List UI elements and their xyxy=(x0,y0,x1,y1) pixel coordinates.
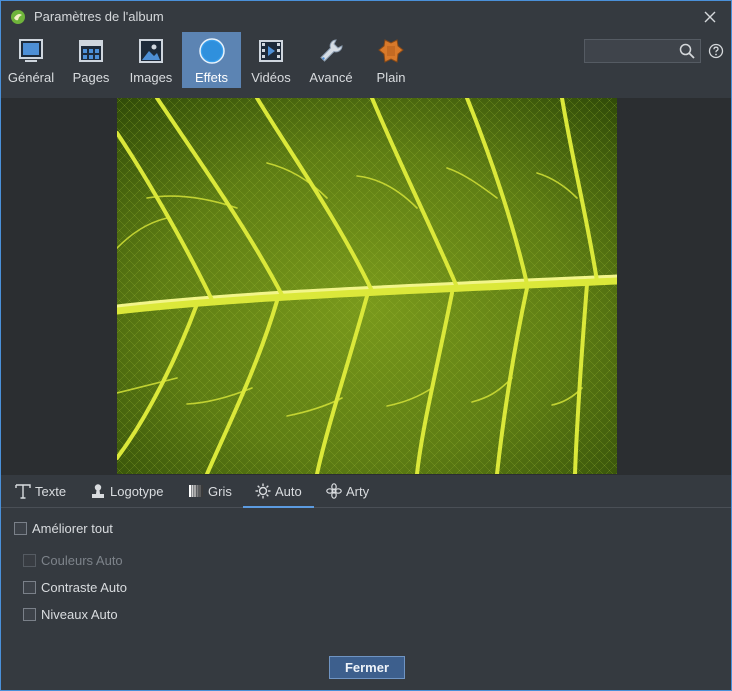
sun-icon xyxy=(255,483,271,499)
toolbar-effects-label: Effets xyxy=(194,70,228,85)
tab-auto-label: Auto xyxy=(275,484,302,499)
toolbar-general[interactable]: Général xyxy=(1,32,61,88)
tab-gris[interactable]: Gris xyxy=(188,475,238,507)
wrench-icon xyxy=(320,39,343,62)
auto-contrast-label: Contraste Auto xyxy=(41,580,127,595)
auto-levels-label: Niveaux Auto xyxy=(41,607,118,622)
improve-all-label: Améliorer tout xyxy=(32,521,113,536)
tab-arty[interactable]: Arty xyxy=(326,475,376,507)
videos-icon xyxy=(259,40,283,62)
auto-colors-box xyxy=(23,554,36,567)
toolbar-advanced-label: Avancé xyxy=(309,70,353,85)
toolbar-pages-label: Pages xyxy=(72,70,110,85)
tab-auto[interactable]: Auto xyxy=(243,475,314,508)
toolbar-advanced[interactable]: Avancé xyxy=(302,32,360,88)
toolbar-videos[interactable]: Vidéos xyxy=(243,32,299,88)
logo-stamp-icon xyxy=(92,484,104,498)
images-icon xyxy=(139,39,163,63)
toolbar-general-label: Général xyxy=(7,70,55,85)
auto-levels-box[interactable] xyxy=(23,608,36,621)
general-icon xyxy=(19,39,43,62)
plain-icon xyxy=(378,39,404,63)
toolbar-pages[interactable]: Pages xyxy=(63,32,119,88)
help-icon[interactable] xyxy=(708,43,724,59)
toolbar-videos-label: Vidéos xyxy=(251,70,291,85)
effects-icon xyxy=(198,38,225,64)
improve-all-box[interactable] xyxy=(14,522,27,535)
app-logo-icon xyxy=(11,10,25,24)
search-icon[interactable] xyxy=(679,43,695,59)
improve-all-checkbox[interactable]: Améliorer tout xyxy=(14,520,134,538)
text-icon xyxy=(15,484,31,499)
toolbar-images[interactable]: Images xyxy=(121,32,181,88)
album-settings-window: Paramètres de l'album Général Pages Imag… xyxy=(0,0,732,691)
flower-icon xyxy=(326,483,342,499)
auto-colors-checkbox: Couleurs Auto xyxy=(23,552,133,570)
gradient-icon xyxy=(189,485,203,497)
tab-text[interactable]: Texte xyxy=(15,475,75,507)
preview-image xyxy=(117,98,617,474)
tab-logotype[interactable]: Logotype xyxy=(90,475,170,507)
title-bar: Paramètres de l'album xyxy=(1,1,731,32)
toolbar-effects[interactable]: Effets xyxy=(182,32,241,88)
toolbar-plain-label: Plain xyxy=(376,70,406,85)
window-title: Paramètres de l'album xyxy=(34,9,164,24)
toolbar-plain[interactable]: Plain xyxy=(363,32,419,88)
auto-contrast-box[interactable] xyxy=(23,581,36,594)
tab-arty-label: Arty xyxy=(346,484,370,499)
effects-tab-bar: Texte Logotype Gris Auto Arty xyxy=(1,475,731,508)
auto-colors-label: Couleurs Auto xyxy=(41,553,123,568)
auto-levels-checkbox[interactable]: Niveaux Auto xyxy=(23,606,128,624)
pages-icon xyxy=(79,40,103,62)
toolbar-images-label: Images xyxy=(129,70,173,85)
auto-contrast-checkbox[interactable]: Contraste Auto xyxy=(23,579,138,597)
tab-logotype-label: Logotype xyxy=(110,484,164,499)
close-icon[interactable] xyxy=(699,6,721,28)
close-button[interactable]: Fermer xyxy=(329,656,405,679)
tab-text-label: Texte xyxy=(35,484,67,499)
tab-gris-label: Gris xyxy=(208,484,232,499)
